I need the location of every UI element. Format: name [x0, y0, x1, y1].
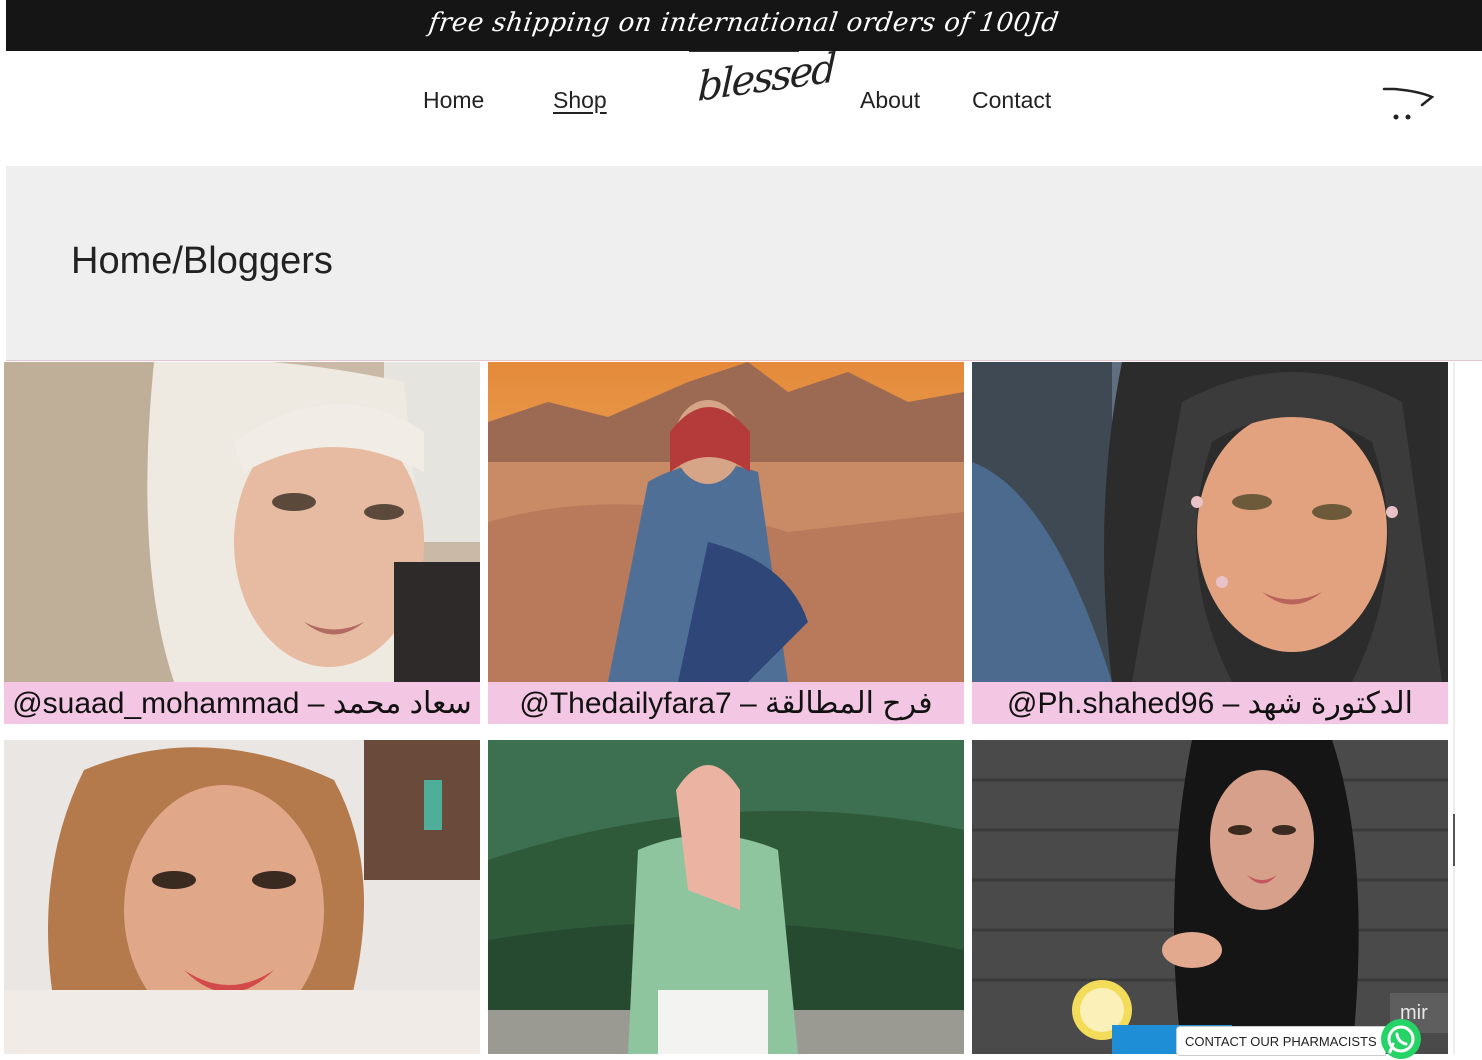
- blogger-photo: [972, 362, 1448, 682]
- blogger-caption: @Thedailyfara7 – فرح المطالقة: [488, 682, 964, 724]
- scrollbar-thumb[interactable]: [1453, 814, 1455, 866]
- breadcrumb: Home/Bloggers: [71, 240, 333, 282]
- announcement-bar: free shipping on international orders of…: [6, 0, 1482, 51]
- blogger-photo: [4, 362, 480, 682]
- blogger-photo: [488, 740, 964, 1054]
- blogger-card[interactable]: @Ph.shahed96 – الدكتورة شهد: [972, 362, 1448, 724]
- site-logo[interactable]: blessed: [689, 45, 836, 131]
- bloggers-grid: @suaad_mohammad – سعاد محمد @Thedailyfar…: [0, 362, 1482, 1054]
- cart-icon[interactable]: [1378, 83, 1434, 123]
- blogger-card[interactable]: [488, 740, 964, 1054]
- blogger-card[interactable]: @Thedailyfara7 – فرح المطالقة: [488, 362, 964, 724]
- site-header: Home Shop blessed About Contact: [6, 45, 1482, 165]
- breadcrumb-band: Home/Bloggers: [6, 166, 1482, 361]
- blogger-caption: @suaad_mohammad – سعاد محمد: [4, 682, 480, 724]
- blogger-card[interactable]: [4, 740, 480, 1054]
- nav-shop[interactable]: Shop: [553, 87, 607, 114]
- nav-home[interactable]: Home: [423, 87, 484, 114]
- blogger-photo: [4, 740, 480, 1054]
- blogger-photo: [488, 362, 964, 682]
- blogger-caption: @Ph.shahed96 – الدكتورة شهد: [972, 682, 1448, 724]
- blogger-card[interactable]: @suaad_mohammad – سعاد محمد: [4, 362, 480, 724]
- nav-contact[interactable]: Contact: [972, 87, 1051, 114]
- scrollbar[interactable]: [1453, 362, 1455, 1054]
- contact-pharmacists-button[interactable]: CONTACT OUR PHARMACISTS: [1176, 1026, 1386, 1056]
- blogger-card[interactable]: [972, 740, 1448, 1054]
- announcement-text: free shipping on international orders of…: [427, 7, 1061, 38]
- nav-about[interactable]: About: [860, 87, 920, 114]
- logo-text: blessed: [696, 45, 836, 111]
- blogger-photo: [972, 740, 1448, 1054]
